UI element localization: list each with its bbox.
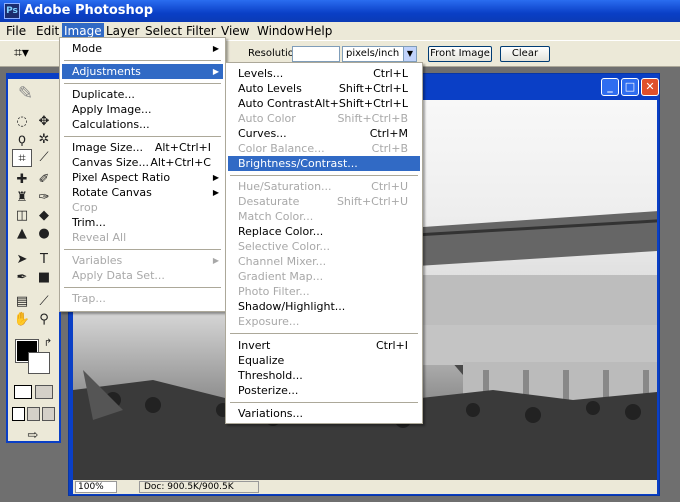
clear-button[interactable]: Clear <box>500 46 550 62</box>
image-menu: Mode ▶ Adjustments ▶ Duplicate... Apply Im… <box>59 37 226 312</box>
menu-item-reveal-all: Reveal All <box>72 231 127 244</box>
path-selection-icon[interactable]: ➤ <box>12 251 32 269</box>
title-bar: Ps Adobe Photoshop <box>0 0 680 22</box>
move-tool-icon[interactable]: ✥ <box>34 113 54 131</box>
jump-to-imageready-icon[interactable]: ⇨ <box>18 427 48 445</box>
menu-item-desaturate: Desaturate Shift+Ctrl+U <box>238 195 408 208</box>
menu-item-replace-color[interactable]: Replace Color... <box>228 224 420 239</box>
menu-item-exposure: Exposure... <box>238 315 300 328</box>
menu-item-hue-saturation: Hue/Saturation... Ctrl+U <box>238 180 408 193</box>
menu-item-duplicate[interactable]: Duplicate... <box>62 87 223 102</box>
menu-item-equalize[interactable]: Equalize <box>228 353 420 368</box>
pen-tool-icon[interactable]: ✒ <box>12 269 32 287</box>
marquee-tool-icon[interactable]: ◌ <box>12 113 32 131</box>
resolution-input[interactable] <box>292 46 340 62</box>
background-color-swatch[interactable] <box>28 352 50 374</box>
eyedropper-icon[interactable]: ⟋ <box>34 293 54 311</box>
menu-item-threshold[interactable]: Threshold... <box>228 368 420 383</box>
menu-item-calculations[interactable]: Calculations... <box>62 117 223 132</box>
window-title: Adobe Photoshop <box>24 3 154 18</box>
slice-tool-icon[interactable]: ⟋ <box>34 149 54 167</box>
healing-brush-icon[interactable]: ✚ <box>12 171 32 189</box>
zoom-tool-icon[interactable]: ⚲ <box>34 311 54 329</box>
paint-bucket-icon[interactable]: ◆ <box>34 207 54 225</box>
screen-mode-full-menu-icon[interactable] <box>27 407 40 421</box>
menu-item-rotate-canvas[interactable]: Rotate Canvas ▶ <box>62 185 223 200</box>
menu-item-canvas-size[interactable]: Canvas Size... Alt+Ctrl+C <box>62 155 223 170</box>
menu-item-photo-filter: Photo Filter... <box>238 285 310 298</box>
zoom-field[interactable]: 100% <box>75 481 117 493</box>
menu-item-invert[interactable]: Invert Ctrl+I <box>228 338 420 353</box>
submenu-arrow-icon: ▶ <box>212 173 219 182</box>
menu-item-trim[interactable]: Trim... <box>62 215 223 230</box>
magic-wand-icon[interactable]: ✲ <box>34 131 54 149</box>
menu-item-gradient-map: Gradient Map... <box>238 270 324 283</box>
feather-icon: ✎ <box>18 83 34 104</box>
standard-mode-icon[interactable] <box>14 385 32 399</box>
submenu-arrow-icon: ▶ <box>212 44 219 53</box>
status-bar: 100% Doc: 900.5K/900.5K <box>73 480 657 494</box>
menu-item-auto-contrast[interactable]: Auto Contrast Alt+Shift+Ctrl+L <box>228 96 420 111</box>
menu-item-crop: Crop <box>72 201 98 214</box>
photoshop-icon: Ps <box>4 3 20 19</box>
maximize-icon[interactable]: □ <box>621 78 639 96</box>
menu-item-posterize[interactable]: Posterize... <box>228 383 420 398</box>
menu-item-variations[interactable]: Variations... <box>228 406 420 421</box>
chevron-down-icon[interactable]: ▼ <box>403 46 417 62</box>
crop-tool-selected-icon[interactable]: ⌗ <box>12 149 32 167</box>
type-tool-icon[interactable]: T <box>34 251 54 269</box>
menu-item-color-balance: Color Balance... Ctrl+B <box>238 142 408 155</box>
quick-mask-icon[interactable] <box>35 385 53 399</box>
clone-stamp-icon[interactable]: ♜ <box>12 189 32 207</box>
menu-item-apply-image[interactable]: Apply Image... <box>62 102 223 117</box>
eraser-tool-icon[interactable]: ◫ <box>12 207 32 225</box>
history-brush-icon[interactable]: ✑ <box>34 189 54 207</box>
menu-item-auto-color: Auto Color Shift+Ctrl+B <box>238 112 408 125</box>
minimize-icon[interactable]: _ <box>601 78 619 96</box>
crop-tool-icon[interactable]: ⌗▾ <box>14 45 29 61</box>
menu-item-adjustments[interactable]: Adjustments ▶ <box>62 64 223 79</box>
menu-item-auto-levels[interactable]: Auto Levels Shift+Ctrl+L <box>228 81 420 96</box>
menu-item-brightness-contrast[interactable]: Brightness/Contrast... <box>228 156 420 171</box>
menu-item-channel-mixer: Channel Mixer... <box>238 255 327 268</box>
hand-tool-icon[interactable]: ✋ <box>12 311 32 329</box>
menu-item-shadow-highlight[interactable]: Shadow/Highlight... <box>228 299 420 314</box>
menu-item-variables: Variables ▶ <box>72 254 219 267</box>
menu-file[interactable]: File <box>4 23 28 39</box>
menu-item-match-color: Match Color... <box>238 210 314 223</box>
menu-item-apply-data-set: Apply Data Set... <box>72 269 165 282</box>
swap-colors-icon[interactable]: ↱ <box>38 335 58 353</box>
menu-item-trap: Trap... <box>72 292 106 305</box>
menu-item-pixel-aspect-ratio[interactable]: Pixel Aspect Ratio ▶ <box>62 170 223 185</box>
menu-item-selective-color: Selective Color... <box>238 240 330 253</box>
screen-mode-full-icon[interactable] <box>42 407 55 421</box>
menu-item-image-size[interactable]: Image Size... Alt+Ctrl+I <box>62 140 223 155</box>
front-image-button[interactable]: Front Image <box>428 46 492 62</box>
screen-mode-standard-icon[interactable] <box>12 407 25 421</box>
submenu-arrow-icon: ▶ <box>212 256 219 265</box>
menu-item-levels[interactable]: Levels... Ctrl+L <box>228 66 420 81</box>
menu-edit[interactable]: Edit <box>34 23 61 39</box>
dodge-tool-icon[interactable]: ● <box>34 225 54 243</box>
menu-item-mode[interactable]: Mode ▶ <box>62 41 223 56</box>
brush-tool-icon[interactable]: ✐ <box>34 171 54 189</box>
close-icon[interactable]: ✕ <box>641 78 659 96</box>
blur-tool-icon[interactable]: ▲ <box>12 225 32 243</box>
menu-item-curves[interactable]: Curves... Ctrl+M <box>228 126 420 141</box>
submenu-arrow-icon: ▶ <box>212 67 219 76</box>
menu-help[interactable]: Help <box>303 23 334 39</box>
lasso-tool-icon[interactable]: ϙ <box>12 131 32 149</box>
notes-tool-icon[interactable]: ▤ <box>12 293 32 311</box>
shape-tool-icon[interactable]: ■ <box>34 269 54 287</box>
toolbox: ✎ ◌ ✥ ϙ ✲ ⌗ ⟋ ✚ ✐ ♜ ✑ ◫ ◆ ▲ ● ➤ T ✒ ■ ▤ … <box>6 73 61 443</box>
submenu-arrow-icon: ▶ <box>212 188 219 197</box>
adjustments-submenu: Levels... Ctrl+L Auto Levels Shift+Ctrl+L … <box>225 62 423 424</box>
doc-size[interactable]: Doc: 900.5K/900.5K <box>139 481 259 493</box>
menu-window[interactable]: Window <box>255 23 306 39</box>
unit-select[interactable]: pixels/inch <box>342 46 404 62</box>
